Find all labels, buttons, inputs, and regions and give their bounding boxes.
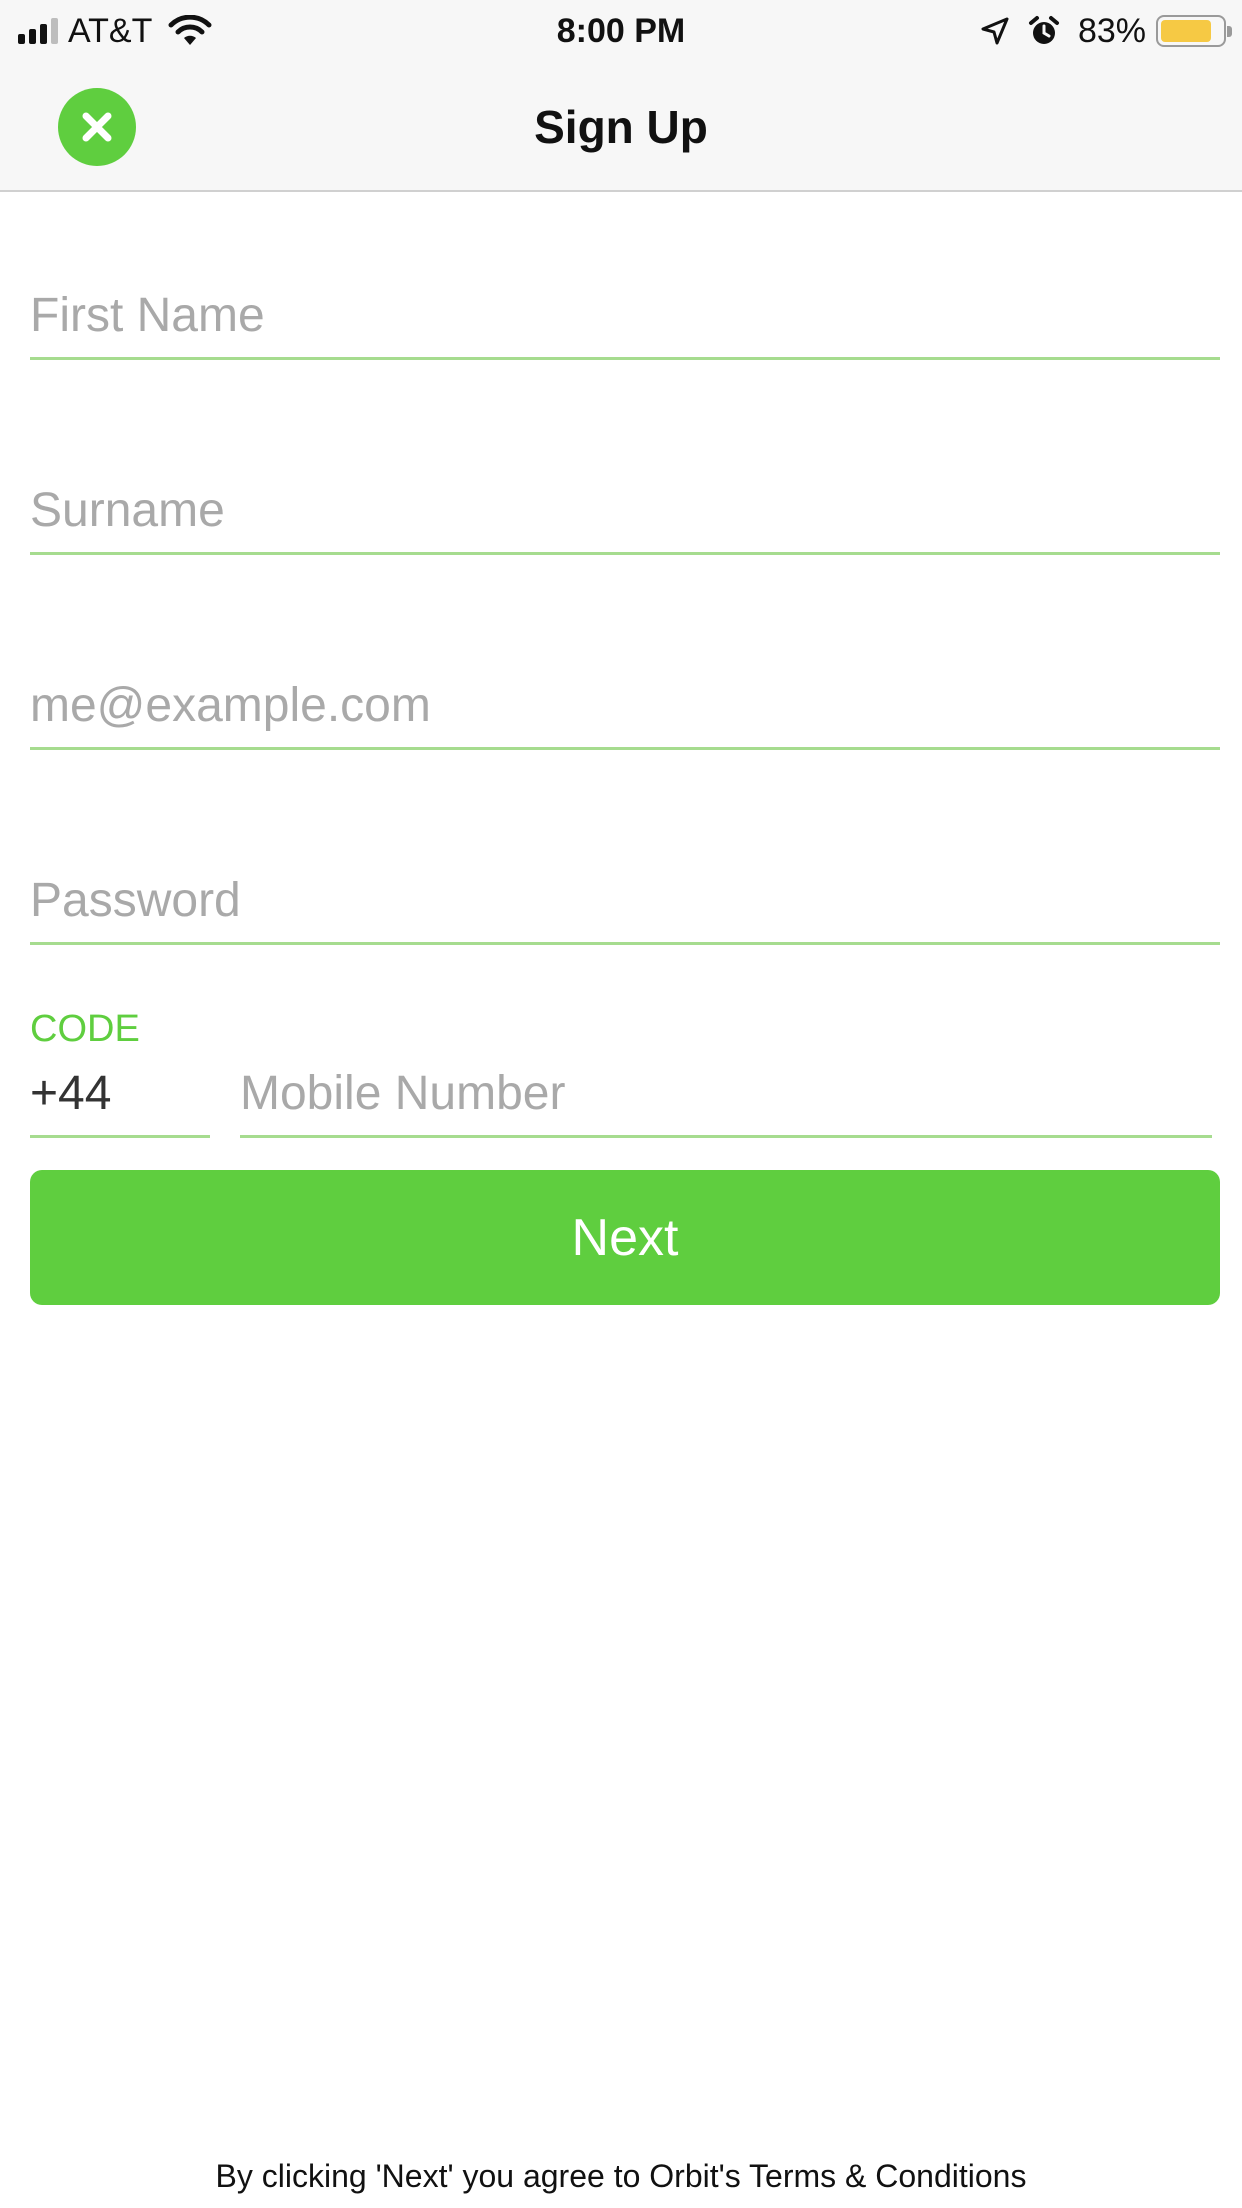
status-right: 83% (980, 10, 1232, 52)
location-arrow-icon (981, 17, 1009, 45)
alarm-clock-icon (1028, 16, 1059, 44)
terms-link[interactable]: Terms & Conditions (749, 2158, 1026, 2194)
email-input[interactable] (30, 673, 1220, 737)
first-name-input[interactable] (30, 283, 1220, 347)
sign-up-screen: AT&T 8:00 PM 83% Sign Up First Name Surn… (0, 0, 1242, 2208)
terms-notice: By clicking 'Next' you agree to Orbit's … (0, 2158, 1242, 2195)
password-input[interactable] (30, 868, 1220, 932)
email-field (30, 666, 1220, 750)
navigation-bar: Sign Up (0, 62, 1242, 192)
page-title: Sign Up (534, 101, 708, 153)
mobile-number-field (240, 1056, 1212, 1138)
battery-icon (1156, 15, 1232, 47)
mobile-number-input[interactable] (240, 1061, 1212, 1125)
password-field (30, 861, 1220, 945)
country-code-selector[interactable]: +44 (30, 1056, 210, 1138)
country-code-value: +44 (30, 1067, 112, 1120)
surname-field (30, 471, 1220, 555)
next-button[interactable]: Next (30, 1170, 1220, 1305)
status-bar: AT&T 8:00 PM 83% (0, 0, 1242, 62)
terms-prefix: By clicking 'Next' you agree to Orbit's (215, 2158, 750, 2194)
country-code-label: CODE (30, 1008, 140, 1050)
battery-level (1161, 20, 1211, 42)
first-name-field (30, 276, 1220, 360)
battery-percent: 83% (1077, 11, 1146, 50)
surname-input[interactable] (30, 478, 1220, 542)
